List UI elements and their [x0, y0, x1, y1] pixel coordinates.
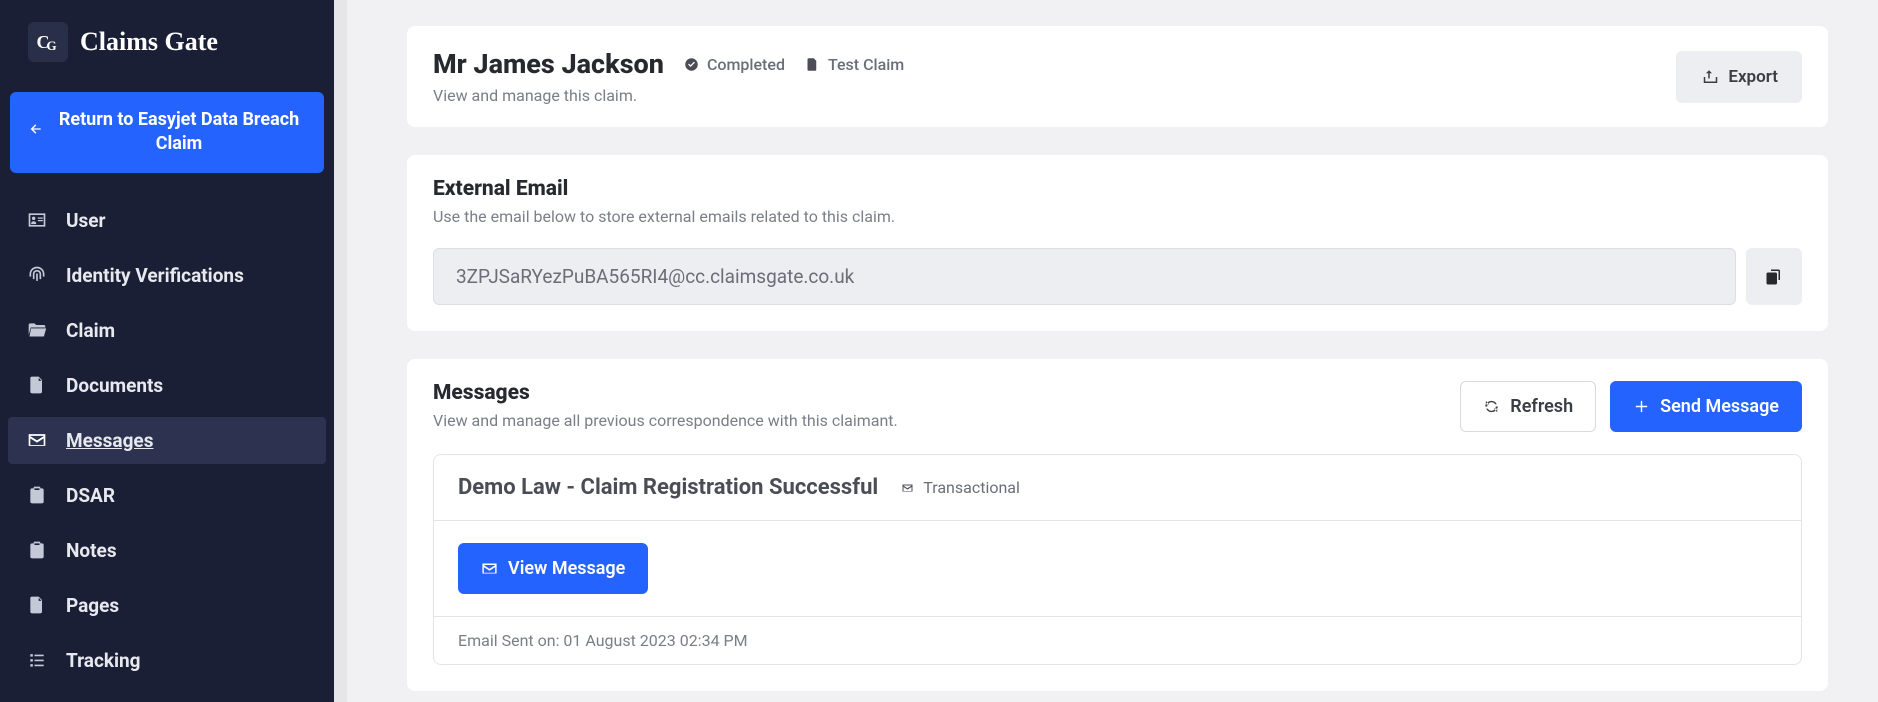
return-button[interactable]: Return to Easyjet Data Breach Claim: [10, 92, 324, 173]
brand: CG Claims Gate: [0, 0, 334, 84]
claimant-name: Mr James Jackson: [433, 48, 664, 80]
refresh-button-label: Refresh: [1510, 396, 1573, 417]
envelope-icon: [900, 482, 915, 494]
claim-type-badge: Test Claim: [805, 55, 904, 74]
export-button-label: Export: [1728, 67, 1778, 87]
messages-card: Messages View and manage all previous co…: [407, 359, 1828, 691]
send-message-button[interactable]: Send Message: [1610, 381, 1802, 432]
export-button[interactable]: Export: [1676, 51, 1802, 103]
export-icon: [1700, 68, 1718, 86]
refresh-icon: [1483, 398, 1500, 415]
sidebar-item-label: Pages: [66, 594, 119, 617]
sidebar-item-label: Tracking: [66, 649, 141, 672]
copy-icon: [1765, 267, 1783, 287]
id-card-icon: [26, 210, 48, 230]
sidebar-nav: User Identity Verifications Claim Docume…: [0, 197, 334, 692]
sidebar-item-label: DSAR: [66, 484, 115, 507]
message-title: Demo Law - Claim Registration Successful: [458, 475, 878, 500]
sidebar-item-label: Documents: [66, 374, 163, 397]
header-subtitle: View and manage this claim.: [433, 86, 904, 105]
folder-open-icon: [26, 320, 48, 340]
clipboard-icon: [26, 485, 48, 505]
sidebar-item-user[interactable]: User: [8, 197, 326, 244]
sidebar-item-documents[interactable]: Documents: [8, 362, 326, 409]
messages-title: Messages: [433, 381, 898, 405]
message-tag: Transactional: [900, 478, 1020, 497]
sidebar-scrollbar[interactable]: [334, 0, 347, 702]
sidebar-item-label: User: [66, 209, 106, 232]
sidebar-item-identity-verifications[interactable]: Identity Verifications: [8, 252, 326, 299]
sidebar-item-pages[interactable]: Pages: [8, 582, 326, 629]
external-email-subtitle: Use the email below to store external em…: [433, 207, 1802, 226]
view-message-button[interactable]: View Message: [458, 543, 648, 594]
file-icon: [26, 375, 48, 395]
check-circle-icon: [684, 57, 699, 72]
claimant-header-card: Mr James Jackson Completed Test Claim Vi…: [407, 26, 1828, 127]
message-item: Demo Law - Claim Registration Successful…: [433, 454, 1802, 665]
arrow-left-icon: [28, 120, 44, 144]
envelope-icon: [26, 430, 48, 450]
brand-name: Claims Gate: [80, 27, 218, 57]
envelope-icon: [481, 560, 498, 577]
sidebar-item-label: Notes: [66, 539, 117, 562]
external-email-title: External Email: [433, 177, 1802, 201]
external-email-card: External Email Use the email below to st…: [407, 155, 1828, 331]
return-button-label: Return to Easyjet Data Breach Claim: [52, 108, 306, 157]
refresh-button[interactable]: Refresh: [1460, 381, 1596, 432]
plus-icon: [1633, 398, 1650, 415]
clipboard-icon: [26, 540, 48, 560]
sidebar-item-messages[interactable]: Messages: [8, 417, 326, 464]
list-icon: [26, 650, 48, 670]
message-tag-label: Transactional: [923, 478, 1020, 497]
sidebar-item-dsar[interactable]: DSAR: [8, 472, 326, 519]
sidebar-item-notes[interactable]: Notes: [8, 527, 326, 574]
view-message-button-label: View Message: [508, 558, 625, 579]
brand-logo: CG: [28, 22, 68, 62]
messages-subtitle: View and manage all previous corresponde…: [433, 411, 898, 430]
file-icon: [26, 595, 48, 615]
status-label: Completed: [707, 55, 785, 74]
sidebar-item-claim[interactable]: Claim: [8, 307, 326, 354]
copy-email-button[interactable]: [1746, 248, 1802, 305]
main-content: Mr James Jackson Completed Test Claim Vi…: [347, 0, 1878, 702]
sidebar: CG Claims Gate Return to Easyjet Data Br…: [0, 0, 334, 702]
send-message-button-label: Send Message: [1660, 396, 1779, 417]
message-footer: Email Sent on: 01 August 2023 02:34 PM: [434, 616, 1801, 664]
external-email-field[interactable]: 3ZPJSaRYezPuBA565RI4@cc.claimsgate.co.uk: [433, 248, 1736, 305]
sidebar-item-label: Claim: [66, 319, 115, 342]
claim-type-label: Test Claim: [828, 55, 904, 74]
file-check-icon: [805, 57, 820, 72]
sidebar-item-label: Identity Verifications: [66, 264, 244, 287]
sidebar-item-label: Messages: [66, 429, 153, 452]
status-badge: Completed: [684, 55, 785, 74]
sidebar-item-tracking[interactable]: Tracking: [8, 637, 326, 684]
fingerprint-icon: [26, 265, 48, 285]
